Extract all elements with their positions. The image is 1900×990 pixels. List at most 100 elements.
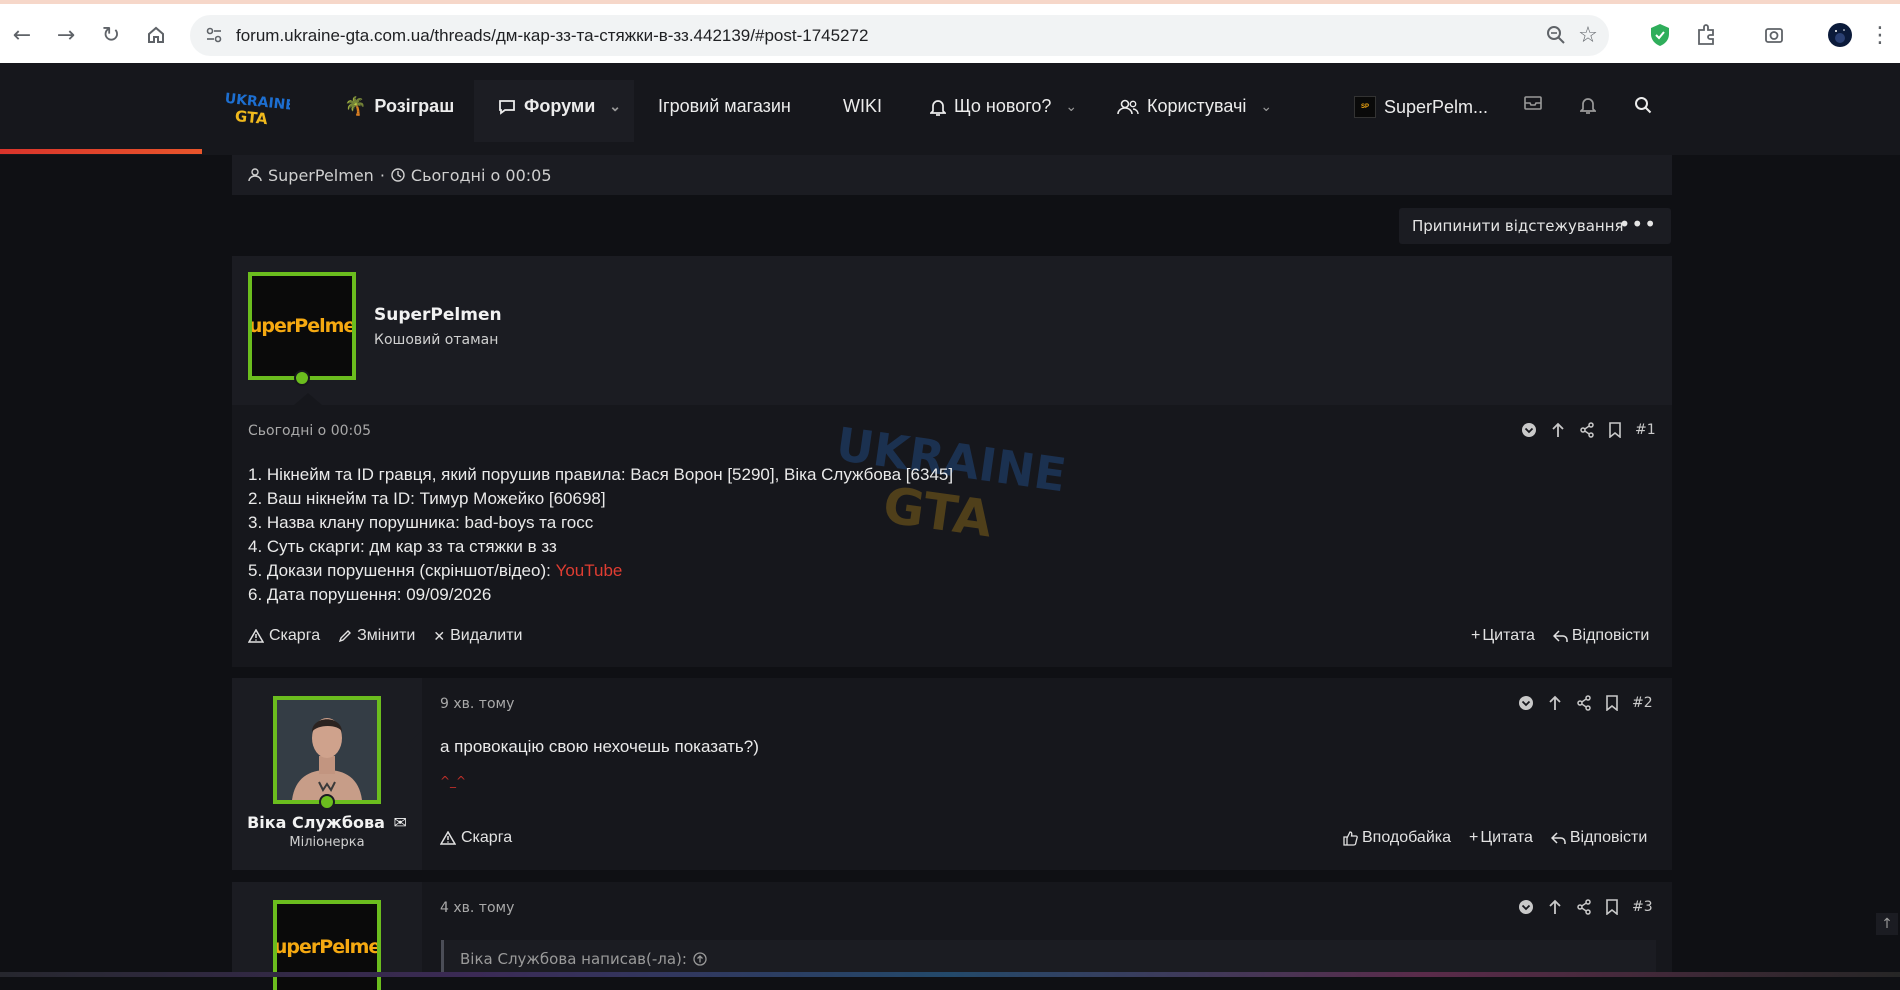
chat-icon <box>498 98 516 116</box>
more-options-icon[interactable]: ••• <box>1619 212 1657 236</box>
nav-wiki[interactable]: WIKI <box>843 96 882 117</box>
bookmark-star-icon[interactable]: ☆ <box>1576 23 1600 48</box>
quote-header[interactable]: Віка Службова написав(-ла): <box>460 950 687 968</box>
nav-giveaway[interactable]: 🌴 Розіграш <box>344 96 454 117</box>
url-text[interactable]: forum.ukraine-gta.com.ua/threads/дм-кар-… <box>236 26 868 46</box>
arrow-up-icon[interactable] <box>1548 695 1562 711</box>
site-logo[interactable]: UKRAINE GTA <box>222 90 290 128</box>
avatar-image <box>277 700 377 800</box>
edit-button[interactable]: Змінити <box>338 627 415 645</box>
post-author[interactable]: SuperPelmen <box>374 305 502 325</box>
profile-avatar[interactable] <box>1826 21 1854 49</box>
extensions-icon[interactable] <box>1692 21 1720 49</box>
close-icon: ✕ <box>433 627 446 644</box>
envelope-icon[interactable]: ✉ <box>393 813 406 832</box>
meta-separator: · <box>379 165 385 185</box>
browser-toolbar: ← → ↻ forum.ukraine-gta.com.ua/threads/д… <box>0 0 1900 63</box>
post-author[interactable]: Віка Службова <box>247 813 385 832</box>
arrow-up-icon[interactable] <box>1548 899 1562 915</box>
reload-icon[interactable]: ↻ <box>97 21 125 49</box>
reaction-icon[interactable] <box>1518 695 1534 711</box>
post-number[interactable]: #2 <box>1632 695 1653 711</box>
alerts-bell-icon[interactable] <box>1580 96 1596 114</box>
shield-extension-icon[interactable] <box>1646 21 1674 49</box>
post-author-row: Віка Службова ✉ <box>232 813 422 832</box>
nav-account[interactable]: SP SuperPelm... <box>1354 96 1488 118</box>
share-icon[interactable] <box>1576 899 1592 915</box>
bookmark-icon[interactable] <box>1609 422 1621 438</box>
quote-button[interactable]: + Цитата <box>1469 829 1533 847</box>
report-button[interactable]: Скарга <box>440 829 512 847</box>
site-info-icon[interactable] <box>202 23 226 47</box>
post-number[interactable]: #1 <box>1635 422 1656 438</box>
users-icon <box>1117 99 1139 115</box>
nav-forums-label: Форуми <box>524 96 596 116</box>
avatar-text: SuperPelmen <box>248 315 356 337</box>
address-bar[interactable]: forum.ukraine-gta.com.ua/threads/дм-кар-… <box>190 15 1609 56</box>
page-progress-bar <box>0 149 202 154</box>
reply-label: Відповісти <box>1571 627 1650 644</box>
post-line: 2. Ваш нікнейм та ID: Тимур Можейко [606… <box>248 489 606 508</box>
post-author-title: Міліонерка <box>289 835 365 850</box>
menu-kebab-icon[interactable]: ⋮ <box>1866 21 1894 49</box>
chevron-down-icon[interactable]: ⌄ <box>609 98 621 115</box>
post-1-header <box>232 256 1672 405</box>
post-date[interactable]: 4 хв. тому <box>440 900 514 916</box>
quote-label: Цитата <box>1480 829 1533 846</box>
arrow-up-icon[interactable] <box>1551 422 1565 438</box>
share-icon[interactable] <box>1579 422 1595 438</box>
zoom-icon[interactable] <box>1544 23 1568 47</box>
back-icon[interactable]: ← <box>8 21 36 49</box>
online-status-icon <box>294 370 310 386</box>
delete-label: Видалити <box>450 627 523 644</box>
reaction-icon[interactable] <box>1521 422 1537 438</box>
forward-icon[interactable]: → <box>52 21 80 49</box>
plus-icon: + <box>1469 829 1479 846</box>
reply-button[interactable]: Відповісти <box>1550 829 1648 847</box>
youtube-link[interactable]: YouTube <box>556 561 623 580</box>
nav-wiki-label: WIKI <box>843 96 882 116</box>
like-button[interactable]: Вподобайка <box>1343 829 1451 847</box>
unwatch-button[interactable]: Припинити відстежування ••• <box>1399 208 1671 244</box>
avatar[interactable] <box>273 696 381 804</box>
post-footer-right: + Цитата Відповісти <box>1471 627 1649 645</box>
bookmark-icon[interactable] <box>1606 695 1618 711</box>
avatar[interactable]: SuperPelmen <box>248 272 356 380</box>
chevron-down-icon[interactable]: ⌄ <box>1260 98 1272 115</box>
reply-icon <box>1552 629 1568 642</box>
post-arrow-notch <box>408 730 422 758</box>
quote-button[interactable]: + Цитата <box>1471 627 1535 645</box>
report-button[interactable]: Скарга <box>248 627 320 645</box>
nav-shop[interactable]: Ігровий магазин <box>658 96 791 117</box>
reply-button[interactable]: Відповісти <box>1552 627 1650 645</box>
thumbs-up-icon <box>1343 830 1358 846</box>
post-body: а провокацію свою нехочешь показать?) <box>440 737 759 756</box>
nav-users[interactable]: Користувачі ⌄ <box>1117 96 1272 117</box>
report-label: Скарга <box>461 829 513 846</box>
home-icon[interactable] <box>142 21 170 49</box>
nav-whats-new[interactable]: Що нового? ⌄ <box>930 96 1077 117</box>
post-date[interactable]: Сьогодні о 00:05 <box>248 423 371 439</box>
thread-meta-bar: SuperPelmen · Сьогодні о 00:05 <box>232 155 1672 195</box>
bookmark-icon[interactable] <box>1606 899 1618 915</box>
post-number[interactable]: #3 <box>1632 899 1653 915</box>
post-date[interactable]: 9 хв. тому <box>440 696 514 712</box>
post-footer-left: Скарга <box>440 829 512 847</box>
chevron-down-icon[interactable]: ⌄ <box>1065 98 1077 115</box>
scroll-to-top-button[interactable]: ↑ <box>1876 913 1898 935</box>
reply-label: Відповісти <box>1569 829 1648 846</box>
nav-forums[interactable]: Форуми ⌄ <box>498 96 621 117</box>
delete-button[interactable]: ✕ Видалити <box>433 627 522 645</box>
pencil-icon <box>338 630 352 643</box>
thread-date[interactable]: Сьогодні о 00:05 <box>411 166 552 185</box>
nav-whats-new-label: Що нового? <box>954 96 1052 116</box>
arrow-up-circle-icon[interactable] <box>693 951 707 966</box>
search-icon[interactable] <box>1634 96 1652 114</box>
thread-author[interactable]: SuperPelmen <box>268 166 374 185</box>
post-line: 3. Назва клану порушника: bad-boys та го… <box>248 513 594 532</box>
inbox-icon[interactable] <box>1524 96 1542 110</box>
screenshot-icon[interactable] <box>1760 21 1788 49</box>
palm-icon: 🌴 <box>344 96 367 116</box>
share-icon[interactable] <box>1576 695 1592 711</box>
reaction-icon[interactable] <box>1518 899 1534 915</box>
